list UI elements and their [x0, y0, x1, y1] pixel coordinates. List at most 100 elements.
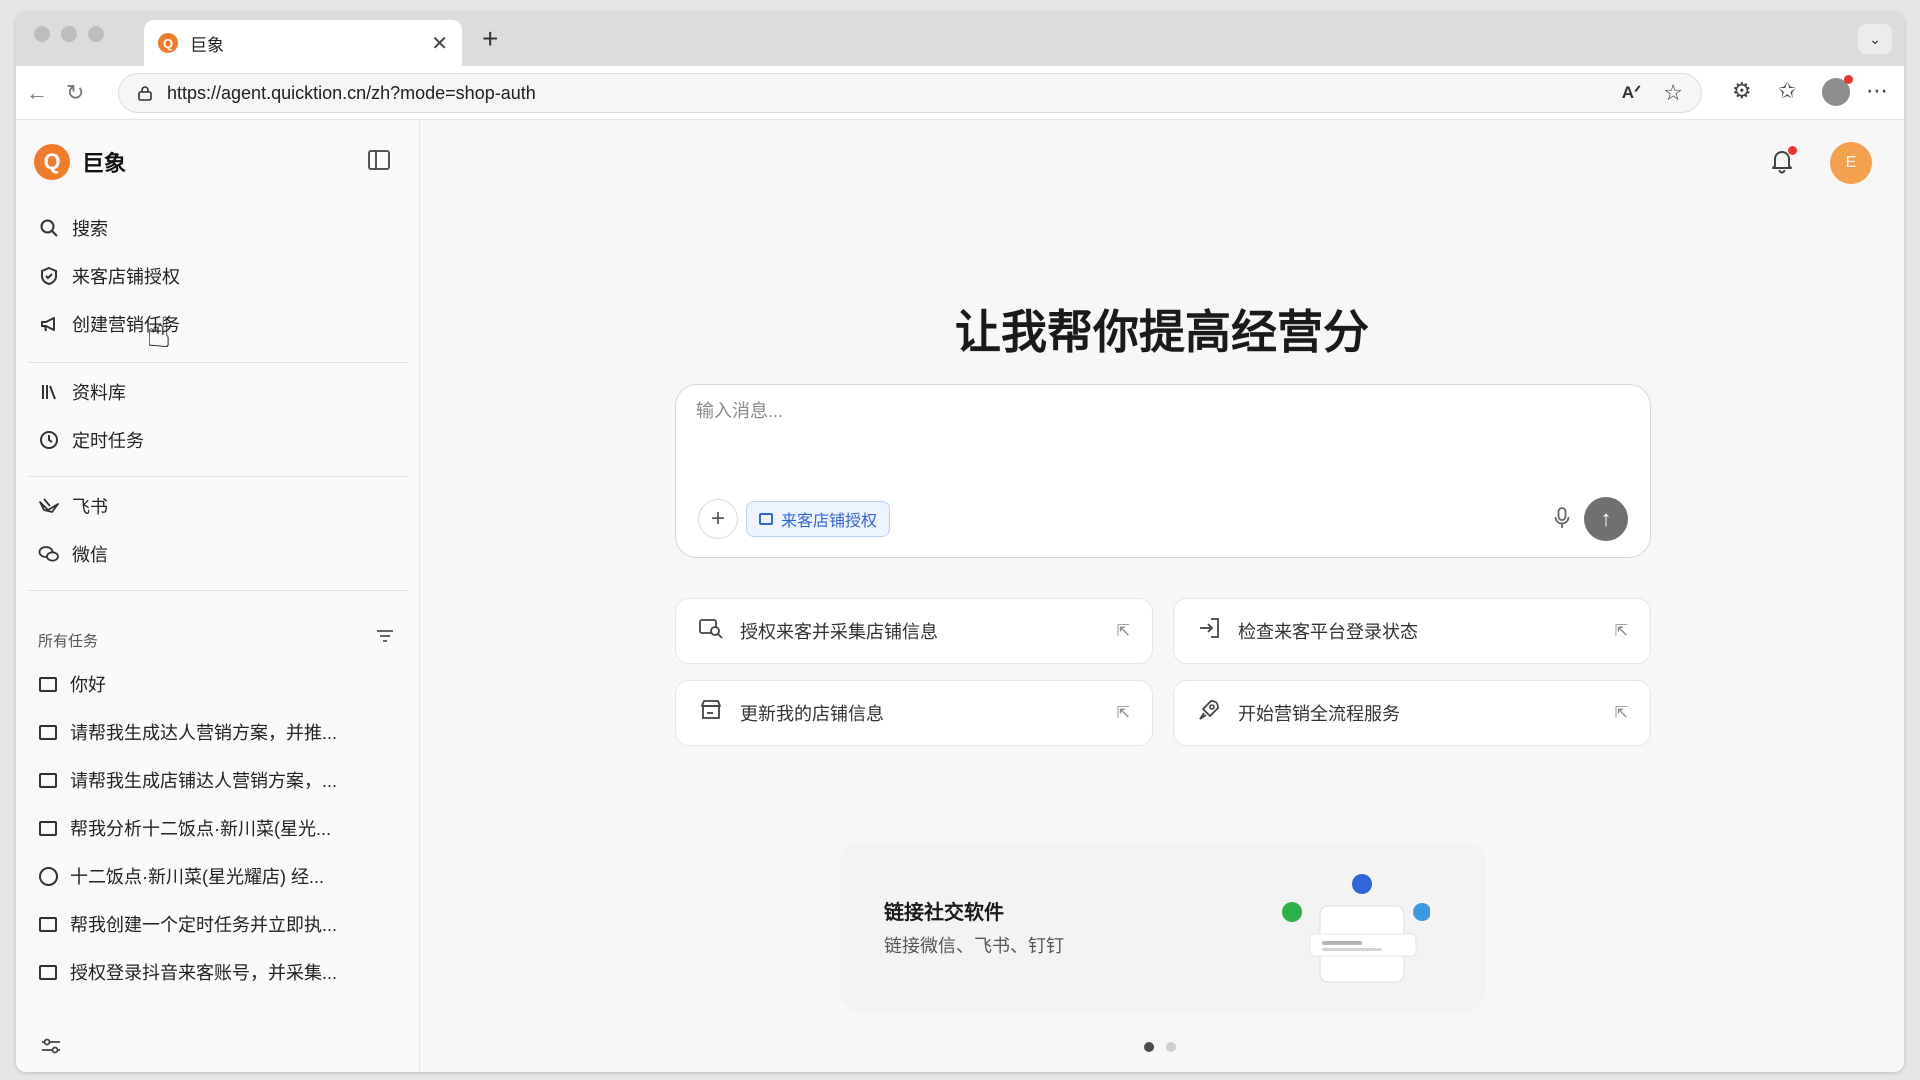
- task-label: 请帮我生成店铺达人营销方案，...: [70, 771, 338, 791]
- suggestion-card[interactable]: 更新我的店铺信息 ⇱: [675, 680, 1153, 746]
- sidebar-item-label: 创建营销任务: [72, 315, 180, 335]
- favorite-star-icon[interactable]: ☆: [1663, 80, 1683, 106]
- address-bar[interactable]: https://agent.quicktion.cn/zh?mode=shop-…: [118, 73, 1702, 113]
- tab-favicon: Q: [158, 33, 178, 53]
- sidebar-toggle-icon[interactable]: [368, 150, 390, 170]
- add-attachment-button[interactable]: +: [698, 499, 738, 539]
- user-avatar[interactable]: E: [1830, 142, 1872, 184]
- store-icon: [759, 513, 773, 525]
- sidebar-item-create-marketing-task[interactable]: 创建营销任务: [38, 306, 398, 342]
- send-button[interactable]: ↑: [1584, 497, 1628, 541]
- feishu-icon: [38, 495, 60, 517]
- suggestion-card[interactable]: 检查来客平台登录状态 ⇱: [1173, 598, 1651, 664]
- megaphone-icon: [38, 313, 60, 335]
- url-text[interactable]: https://agent.quicktion.cn/zh?mode=shop-…: [167, 83, 1622, 104]
- microphone-icon[interactable]: [1554, 507, 1570, 535]
- task-item[interactable]: 十二饭点·新川菜(星光耀店) 经...: [38, 858, 398, 894]
- task-label: 帮我分析十二饭点·新川菜(星光...: [70, 819, 331, 839]
- task-item[interactable]: 帮我分析十二饭点·新川菜(星光...: [38, 810, 398, 846]
- suggestion-card[interactable]: 开始营销全流程服务 ⇱: [1173, 680, 1651, 746]
- brand[interactable]: Q 巨象: [34, 144, 126, 180]
- carousel-dot-active[interactable]: [1144, 1042, 1154, 1052]
- sidebar-item-label: 资料库: [72, 383, 126, 403]
- reload-icon[interactable]: ↻: [66, 80, 84, 106]
- sidebar-item-feishu[interactable]: 飞书: [38, 488, 398, 524]
- chat-icon: [38, 770, 58, 790]
- notification-bell-icon[interactable]: [1770, 146, 1797, 181]
- minimize-window-button[interactable]: [61, 26, 77, 42]
- browser-window: Q 巨象 ✕ + ⌄ ← ↻ https://agent.quicktion.c…: [16, 12, 1904, 1072]
- arrow-up-left-icon: ⇱: [1116, 705, 1130, 722]
- browser-tab-active[interactable]: Q 巨象 ✕: [144, 20, 462, 66]
- read-aloud-icon[interactable]: Aᐟ: [1622, 83, 1642, 103]
- login-icon: [1196, 617, 1222, 645]
- sidebar-item-shop-auth[interactable]: 来客店铺授权: [38, 258, 398, 294]
- store-edit-icon: [698, 699, 724, 727]
- rocket-icon: [1196, 698, 1222, 728]
- task-label: 你好: [70, 675, 106, 695]
- extensions-icon[interactable]: ⚙: [1732, 78, 1752, 104]
- store-search-icon: [698, 617, 724, 645]
- arrow-up-left-icon: ⇱: [1614, 705, 1628, 722]
- more-menu-icon[interactable]: ⋯: [1866, 78, 1888, 104]
- clock-icon: [38, 866, 58, 886]
- task-label: 授权登录抖音来客账号，并采集...: [70, 963, 338, 983]
- message-composer: + 来客店铺授权 ↑: [675, 384, 1651, 558]
- task-item[interactable]: 你好: [38, 666, 398, 702]
- sidebar-item-search[interactable]: 搜索: [38, 210, 398, 246]
- app-root: Q 巨象 搜索 来客店铺授权 创建营销任务 资料库 定时任务 飞书 微信 所有任…: [16, 120, 1904, 1072]
- sidebar-divider: [28, 590, 408, 591]
- chat-icon: [38, 962, 58, 982]
- suggestion-label: 开始营销全流程服务: [1238, 704, 1400, 724]
- suggestion-label: 检查来客平台登录状态: [1238, 622, 1418, 642]
- sidebar-item-scheduled-tasks[interactable]: 定时任务: [38, 422, 398, 458]
- shield-icon: [38, 265, 60, 287]
- task-item[interactable]: 请帮我生成店铺达人营销方案，...: [38, 762, 398, 798]
- task-item[interactable]: 授权登录抖音来客账号，并采集...: [38, 954, 398, 990]
- close-window-button[interactable]: [34, 26, 50, 42]
- tab-title: 巨象: [190, 35, 224, 55]
- library-icon: [38, 381, 60, 403]
- sidebar-item-label: 来客店铺授权: [72, 267, 180, 287]
- clock-icon: [38, 429, 60, 451]
- suggestion-label: 授权来客并采集店铺信息: [740, 622, 938, 642]
- page-headline: 让我帮你提高经营分: [955, 305, 1369, 359]
- search-icon: [38, 217, 60, 239]
- arrow-up-left-icon: ⇱: [1116, 623, 1130, 640]
- task-label: 请帮我生成达人营销方案，并推...: [70, 723, 338, 743]
- brand-logo: Q: [34, 144, 70, 180]
- tasks-section-label: 所有任务: [38, 633, 99, 650]
- task-label: 十二饭点·新川菜(星光耀店) 经...: [70, 867, 324, 887]
- favorites-icon[interactable]: ✩: [1778, 78, 1796, 104]
- promo-card-social-apps[interactable]: 链接社交软件 链接微信、飞书、钉钉: [840, 842, 1486, 1012]
- chat-icon: [38, 674, 58, 694]
- sidebar-item-label: 飞书: [72, 497, 108, 517]
- sidebar-item-wechat[interactable]: 微信: [38, 536, 398, 572]
- arrow-up-left-icon: ⇱: [1614, 623, 1628, 640]
- chip-label: 来客店铺授权: [781, 513, 878, 530]
- task-item[interactable]: 请帮我生成达人营销方案，并推...: [38, 714, 398, 750]
- sidebar-item-label: 搜索: [72, 219, 108, 239]
- shop-auth-chip[interactable]: 来客店铺授权: [746, 501, 891, 537]
- new-tab-button[interactable]: +: [482, 24, 498, 54]
- carousel-dot[interactable]: [1166, 1042, 1176, 1052]
- wechat-icon: [38, 543, 60, 565]
- window-controls: [34, 26, 104, 42]
- close-tab-icon[interactable]: ✕: [431, 31, 448, 56]
- brand-name: 巨象: [82, 151, 127, 176]
- main-content: E 让我帮你提高经营分 + 来客店铺授权 ↑ 授权来客并采集店铺信息: [420, 120, 1904, 1072]
- chat-icon: [38, 914, 58, 934]
- suggestion-card[interactable]: 授权来客并采集店铺信息 ⇱: [675, 598, 1153, 664]
- maximize-window-button[interactable]: [88, 26, 104, 42]
- tab-list-dropdown-icon[interactable]: ⌄: [1858, 24, 1892, 54]
- profile-avatar[interactable]: [1822, 75, 1853, 106]
- chat-icon: [38, 818, 58, 838]
- message-input[interactable]: [696, 401, 1596, 422]
- settings-sliders-icon[interactable]: [40, 1036, 62, 1062]
- sidebar-item-library[interactable]: 资料库: [38, 374, 398, 410]
- filter-icon[interactable]: [376, 628, 394, 649]
- sidebar: Q 巨象 搜索 来客店铺授权 创建营销任务 资料库 定时任务 飞书 微信 所有任…: [16, 120, 420, 1072]
- back-icon[interactable]: ←: [26, 80, 48, 106]
- task-item[interactable]: 帮我创建一个定时任务并立即执...: [38, 906, 398, 942]
- tab-strip: Q 巨象 ✕ + ⌄: [16, 12, 1904, 66]
